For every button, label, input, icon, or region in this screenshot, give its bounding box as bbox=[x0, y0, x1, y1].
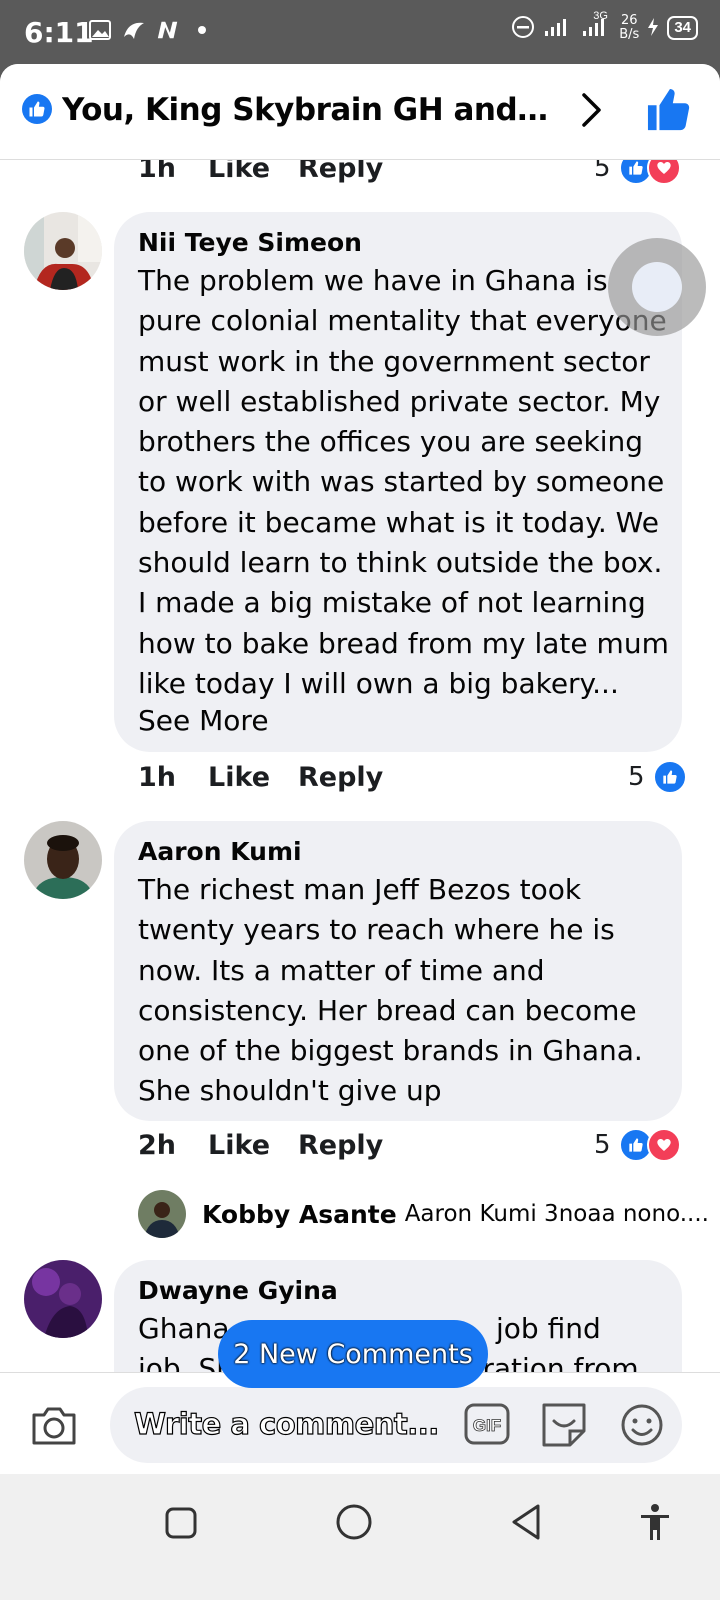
comment-input[interactable]: Write a comment... GIF bbox=[110, 1387, 682, 1463]
comment-actions: 1h Like Reply bbox=[138, 762, 698, 798]
dnd-icon bbox=[511, 15, 535, 42]
comment-time: 1h bbox=[138, 762, 177, 793]
emoji-icon[interactable] bbox=[620, 1403, 664, 1452]
charging-icon bbox=[647, 17, 659, 40]
chevron-right-icon[interactable] bbox=[580, 92, 604, 133]
comment-text-start: Ghana bbox=[138, 1312, 230, 1345]
comment-bubble[interactable]: Nii Teye Simeon The problem we have in G… bbox=[114, 212, 682, 752]
battery-indicator: 34 bbox=[667, 16, 698, 40]
reply-button[interactable]: Reply bbox=[298, 1130, 383, 1161]
like-post-button[interactable] bbox=[646, 88, 692, 137]
home-button[interactable] bbox=[334, 1502, 374, 1547]
network-type-label: 3G bbox=[593, 9, 608, 22]
like-reaction-icon bbox=[22, 94, 52, 124]
reaction-count[interactable]: 5 bbox=[594, 160, 681, 185]
reply-button[interactable]: Reply bbox=[298, 762, 383, 793]
comment-author[interactable]: Dwayne Gyina bbox=[138, 1276, 338, 1305]
comment-placeholder: Write a comment... bbox=[133, 1406, 439, 1441]
gif-icon[interactable]: GIF bbox=[464, 1403, 510, 1450]
gif-label: GIF bbox=[473, 1416, 501, 1435]
news-notification-icon bbox=[156, 18, 180, 42]
like-reaction-icon bbox=[652, 760, 687, 794]
love-reaction-icon bbox=[646, 160, 681, 185]
comments-list[interactable]: 1h Like Reply 5 Nii Teye Simeon The prob… bbox=[0, 160, 720, 1465]
comment-text-end: job find bbox=[496, 1312, 601, 1345]
accessibility-icon[interactable] bbox=[638, 1502, 672, 1547]
reaction-count[interactable]: 5 bbox=[628, 760, 687, 794]
reply-button[interactable]: Reply bbox=[298, 160, 383, 184]
like-button[interactable]: Like bbox=[208, 160, 270, 184]
comment-text: The problem we have in Ghana is pure col… bbox=[138, 264, 669, 700]
signal-icon bbox=[543, 16, 573, 41]
comment-text: The richest man Jeff Bezos took twenty y… bbox=[138, 873, 643, 1108]
like-button[interactable]: Like bbox=[208, 762, 270, 793]
avatar[interactable] bbox=[138, 1190, 186, 1238]
comment-author[interactable]: Aaron Kumi bbox=[138, 837, 302, 866]
back-button[interactable] bbox=[508, 1502, 544, 1547]
app-notification-icon bbox=[122, 18, 146, 42]
comment-time: 1h bbox=[138, 160, 177, 184]
reactions-header[interactable]: You, King Skybrain GH and 3K ot... bbox=[0, 64, 720, 160]
gallery-notification-icon bbox=[88, 18, 112, 42]
signal-3g-icon: 3G bbox=[581, 10, 611, 41]
reply-preview[interactable]: Kobby Asante Aaron Kumi 3noaa nono.... bbox=[138, 1189, 709, 1239]
more-notifications-dot bbox=[190, 18, 214, 42]
system-navigation-bar bbox=[0, 1474, 720, 1600]
reactions-summary[interactable]: You, King Skybrain GH and 3K ot... bbox=[62, 92, 552, 128]
thumbs-up-icon bbox=[647, 88, 690, 131]
reply-text: Aaron Kumi 3noaa nono.... bbox=[404, 1201, 709, 1227]
reaction-count[interactable]: 5 bbox=[594, 1128, 681, 1162]
network-speed: 26 B/s bbox=[619, 13, 640, 42]
new-comments-button[interactable]: 2 New Comments bbox=[218, 1320, 488, 1388]
sticker-icon[interactable] bbox=[540, 1401, 588, 1452]
like-button[interactable]: Like bbox=[208, 1130, 270, 1161]
camera-icon[interactable] bbox=[30, 1405, 78, 1452]
comment-time: 2h bbox=[138, 1130, 177, 1161]
avatar[interactable] bbox=[24, 821, 102, 899]
avatar[interactable] bbox=[24, 1260, 102, 1338]
love-reaction-icon bbox=[646, 1128, 681, 1162]
status-bar: 6:11 3G 26 B/s 34 bbox=[0, 0, 720, 64]
avatar[interactable] bbox=[24, 212, 102, 290]
floating-assistive-touch[interactable] bbox=[608, 238, 706, 336]
see-more-link[interactable]: See More bbox=[138, 704, 269, 737]
clock: 6:11 bbox=[24, 16, 94, 49]
reply-author[interactable]: Kobby Asante bbox=[202, 1200, 397, 1229]
comment-bubble[interactable]: Aaron Kumi The richest man Jeff Bezos to… bbox=[114, 821, 682, 1121]
recent-apps-button[interactable] bbox=[164, 1506, 198, 1545]
comment-author[interactable]: Nii Teye Simeon bbox=[138, 228, 362, 257]
